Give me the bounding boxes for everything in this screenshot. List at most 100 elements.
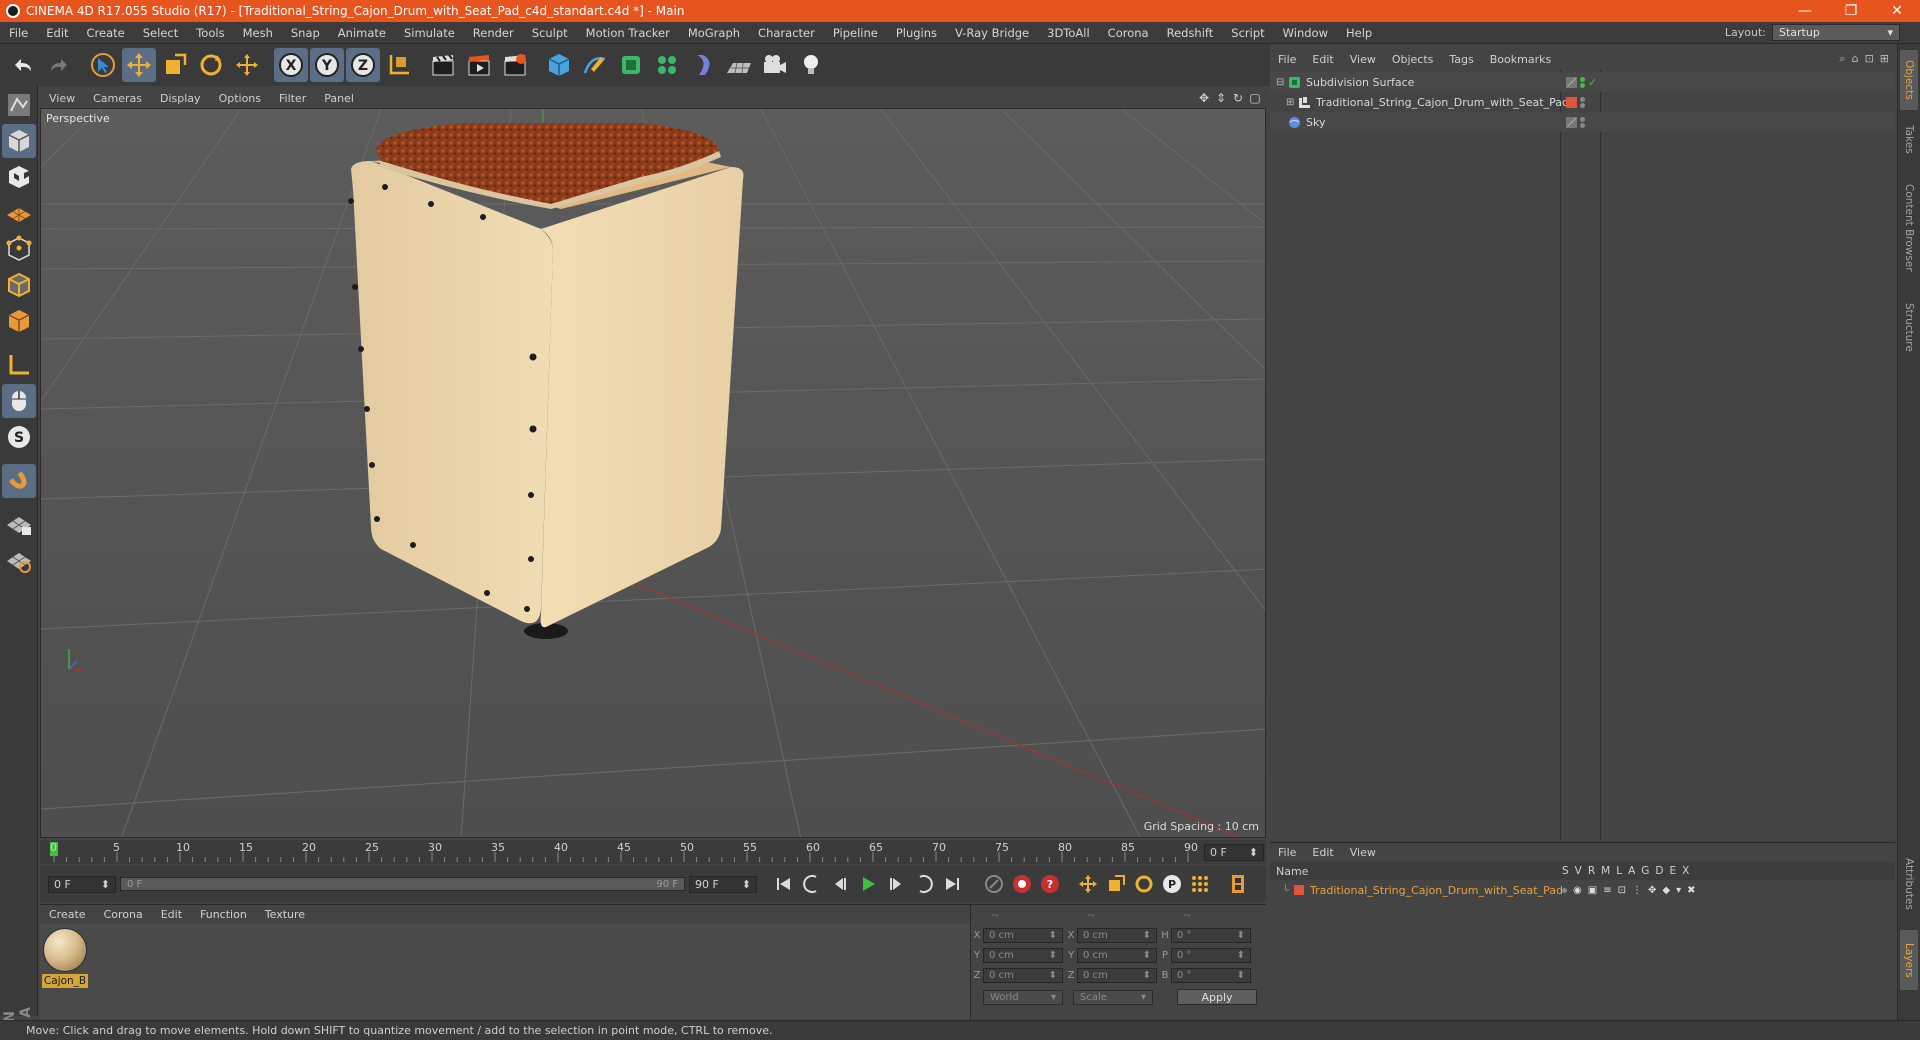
render-visibility-dot[interactable] <box>1580 122 1585 128</box>
transform-tool-button[interactable] <box>230 48 264 82</box>
next-frame-button[interactable] <box>883 871 909 897</box>
previous-keyframe-button[interactable] <box>799 871 825 897</box>
menu-select[interactable]: Select <box>134 26 187 40</box>
lm-menu-edit[interactable]: Edit <box>1304 846 1341 859</box>
menu-pipeline[interactable]: Pipeline <box>824 26 887 40</box>
material-menu-function[interactable]: Function <box>191 908 256 921</box>
apply-button[interactable]: Apply <box>1177 989 1257 1005</box>
rotate-tool-button[interactable] <box>194 48 228 82</box>
close-icon[interactable]: ✕ <box>1874 0 1920 22</box>
move-tool-button[interactable] <box>122 48 156 82</box>
om-menu-tags[interactable]: Tags <box>1441 53 1481 66</box>
solo-toggle[interactable] <box>1562 887 1567 893</box>
play-forward-button[interactable] <box>855 871 881 897</box>
expand-icon[interactable]: ⊞ <box>1286 97 1294 108</box>
cube-primitive-button[interactable] <box>542 48 576 82</box>
om-menu-objects[interactable]: Objects <box>1384 53 1442 66</box>
start-frame-field[interactable]: 0 F ⬍ <box>48 875 116 893</box>
previous-frame-button[interactable] <box>827 871 853 897</box>
viewport-menu-view[interactable]: View <box>40 92 84 105</box>
key-parameter-button[interactable]: P <box>1159 871 1185 897</box>
key-position-button[interactable] <box>1075 871 1101 897</box>
menu-help[interactable]: Help <box>1337 26 1381 40</box>
om-menu-view[interactable]: View <box>1342 53 1384 66</box>
size-x-field[interactable]: 0 cm ⬍ <box>1077 927 1157 943</box>
om-menu-file[interactable]: File <box>1270 53 1304 66</box>
material-menu-edit[interactable]: Edit <box>152 908 191 921</box>
menu-window[interactable]: Window <box>1274 26 1337 40</box>
menu-mograph[interactable]: MoGraph <box>679 26 749 40</box>
motion-record-button[interactable] <box>981 871 1007 897</box>
rotation-h-field[interactable]: 0 ° ⬍ <box>1171 927 1251 943</box>
orbit-view-icon[interactable]: ↻ <box>1231 91 1245 105</box>
eye-icon[interactable]: ◉ <box>1573 885 1582 896</box>
edit-render-settings-button[interactable] <box>498 48 532 82</box>
material-menu-create[interactable]: Create <box>40 908 95 921</box>
layout-dropdown[interactable]: Startup ▾ <box>1772 24 1900 41</box>
make-editable-button[interactable] <box>2 88 36 122</box>
viewport-menu-cameras[interactable]: Cameras <box>84 92 151 105</box>
restore-icon[interactable]: ❐ <box>1828 0 1874 22</box>
z-axis-lock-button[interactable]: Z <box>346 48 380 82</box>
render-to-picture-viewer-button[interactable] <box>462 48 496 82</box>
menu-mesh[interactable]: Mesh <box>234 26 282 40</box>
key-point-level-button[interactable] <box>1187 871 1213 897</box>
enabled-checkmark-icon[interactable]: ✓ <box>1588 76 1597 89</box>
workplane-align-button[interactable] <box>2 544 36 578</box>
menu-tools[interactable]: Tools <box>187 26 233 40</box>
current-frame-field[interactable]: 0 F ⬍ <box>1204 844 1264 861</box>
tab-layers[interactable]: Layers <box>1900 930 1918 990</box>
object-row-cajon-drum[interactable]: ⊞ Traditional_String_Cajon_Drum_with_Sea… <box>1270 92 1895 112</box>
size-mode-dropdown[interactable]: Scale ▾ <box>1073 989 1153 1005</box>
solo-mode-button[interactable]: S <box>2 420 36 454</box>
menu-redshift[interactable]: Redshift <box>1158 26 1223 40</box>
menu-3dtoall[interactable]: 3DToAll <box>1038 26 1099 40</box>
edges-mode-button[interactable] <box>2 268 36 302</box>
render-clapboard-icon[interactable]: ▣ <box>1588 885 1597 896</box>
menu-animate[interactable]: Animate <box>329 26 395 40</box>
render-visibility-dot[interactable] <box>1580 82 1585 88</box>
lm-menu-file[interactable]: File <box>1270 846 1304 859</box>
menu-create[interactable]: Create <box>78 26 134 40</box>
coordinate-system-button[interactable] <box>382 48 416 82</box>
floor-scene-button[interactable] <box>722 48 756 82</box>
menu-render[interactable]: Render <box>464 26 523 40</box>
generator-icon[interactable]: ✥ <box>1648 885 1656 896</box>
menu-script[interactable]: Script <box>1222 26 1273 40</box>
lm-menu-view[interactable]: View <box>1342 846 1384 859</box>
menu-snap[interactable]: Snap <box>282 26 329 40</box>
layer-color-swatch[interactable] <box>1294 885 1304 895</box>
viewport-menu-panel[interactable]: Panel <box>315 92 363 105</box>
menu-vray-bridge[interactable]: V-Ray Bridge <box>946 26 1038 40</box>
model-mode-button[interactable] <box>2 124 36 158</box>
pan-view-icon[interactable]: ✥ <box>1197 91 1211 105</box>
size-z-field[interactable]: 0 cm ⬍ <box>1077 967 1157 983</box>
workplane-lock-button[interactable] <box>2 508 36 542</box>
menu-character[interactable]: Character <box>749 26 824 40</box>
dolly-view-icon[interactable]: ⇕ <box>1214 91 1228 105</box>
material-name[interactable]: Cajon_B <box>42 974 88 988</box>
position-z-field[interactable]: 0 cm ⬍ <box>983 967 1063 983</box>
perspective-viewport[interactable]: Perspective Grid Spacing : 10 cm <box>40 108 1266 838</box>
menu-motion-tracker[interactable]: Motion Tracker <box>577 26 679 40</box>
editor-visibility-dot[interactable] <box>1580 116 1585 122</box>
render-visibility-dot[interactable] <box>1580 102 1585 108</box>
timeline-window-button[interactable] <box>1225 871 1251 897</box>
menu-corona[interactable]: Corona <box>1099 26 1158 40</box>
menu-simulate[interactable]: Simulate <box>395 26 464 40</box>
collapse-icon[interactable]: ⊟ <box>1276 77 1284 88</box>
tab-objects[interactable]: Objects <box>1900 50 1918 110</box>
rotation-p-field[interactable]: 0 ° ⬍ <box>1171 947 1251 963</box>
editor-visibility-dot[interactable] <box>1580 96 1585 102</box>
key-rotation-button[interactable] <box>1131 871 1157 897</box>
lock-icon[interactable]: ⊡ <box>1618 885 1626 896</box>
timeline-ruler[interactable]: 0 5 10 15 20 25 30 35 40 45 50 55 60 65 … <box>40 840 1266 864</box>
subdivision-surface-button[interactable] <box>614 48 648 82</box>
x-axis-lock-button[interactable]: X <box>274 48 308 82</box>
menu-plugins[interactable]: Plugins <box>887 26 946 40</box>
lock-icon[interactable]: ⊡ <box>1865 52 1874 66</box>
tab-takes[interactable]: Takes <box>1900 114 1918 164</box>
y-axis-lock-button[interactable]: Y <box>310 48 344 82</box>
go-to-start-button[interactable] <box>771 871 797 897</box>
tab-attributes[interactable]: Attributes <box>1900 844 1918 924</box>
